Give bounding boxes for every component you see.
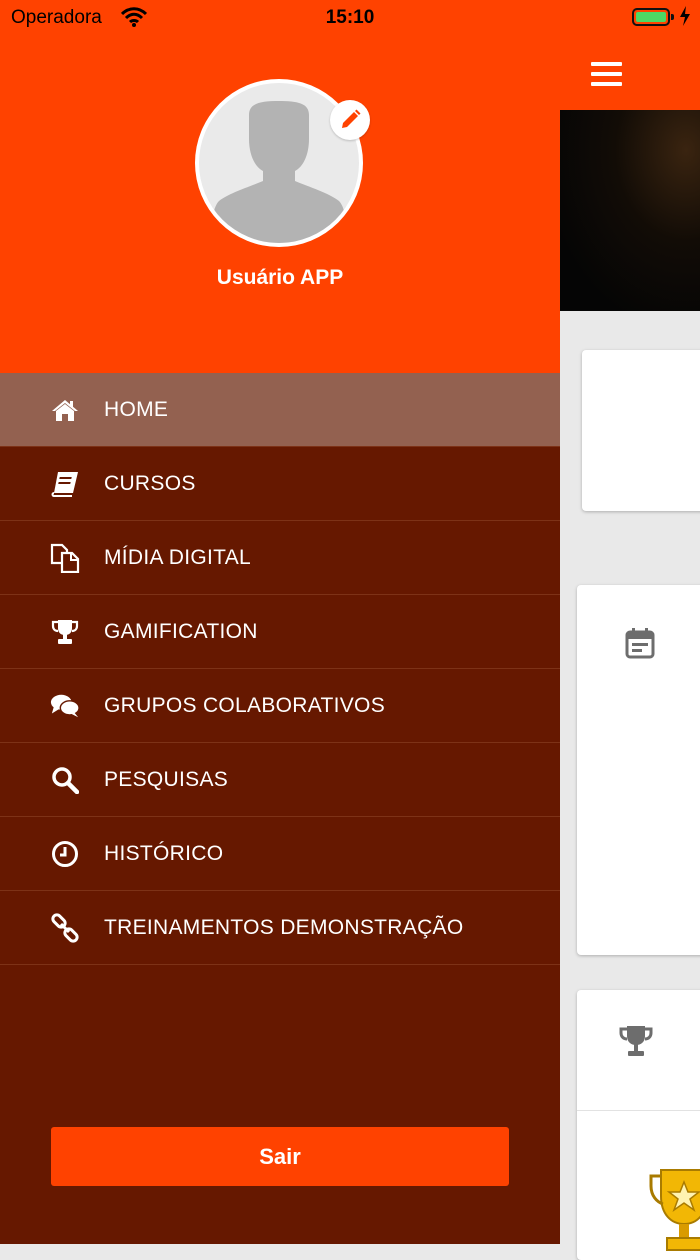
menu-item-label: CURSOS [104,471,196,495]
content-card[interactable] [582,350,700,511]
comments-icon [50,691,80,721]
menu-item-label: MÍDIA DIGITAL [104,545,252,569]
drawer-menu: HOME CURSOS MÍDIA DIGITAL GAMIFICATION G… [0,373,560,965]
home-banner[interactable] [560,110,700,311]
drawer-header: Usuário APP [0,0,560,373]
menu-item-label: GAMIFICATION [104,619,258,643]
hamburger-menu-icon[interactable] [591,62,623,86]
link-icon [50,912,80,943]
menu-item-pesquisas[interactable]: PESQUISAS [0,743,560,817]
battery-icon [632,8,674,26]
files-icon [50,543,80,573]
edit-avatar-button[interactable] [330,100,370,140]
menu-item-treinamentos-demonstracao[interactable]: TREINAMENTOS DEMONSTRAÇÃO [0,891,560,965]
clock-icon [50,839,80,869]
trophy-icon [50,617,80,647]
trophy-icon [618,1024,654,1063]
menu-item-historico[interactable]: HISTÓRICO [0,817,560,891]
status-bar: Operadora 15:10 [0,0,700,40]
pencil-icon [342,109,361,128]
menu-item-label: HOME [104,397,169,421]
clock: 15:10 [325,7,375,28]
content-card[interactable] [577,990,700,1260]
charging-icon [679,6,691,32]
menu-item-grupos-colaborativos[interactable]: GRUPOS COLABORATIVOS [0,669,560,743]
menu-item-cursos[interactable]: CURSOS [0,447,560,521]
card-divider [577,1110,700,1111]
content-card[interactable] [577,585,700,955]
menu-item-label: PESQUISAS [104,767,229,791]
home-icon [50,395,80,425]
menu-item-label: GRUPOS COLABORATIVOS [104,693,385,717]
menu-item-label: HISTÓRICO [104,841,224,865]
menu-item-label: TREINAMENTOS DEMONSTRAÇÃO [104,915,464,939]
calendar-icon [624,627,656,664]
book-icon [50,469,80,499]
menu-item-midia-digital[interactable]: MÍDIA DIGITAL [0,521,560,595]
gold-trophy-icon [649,1162,700,1257]
navigation-drawer: Usuário APP HOME CURSOS MÍDIA DIGITAL GA… [0,0,560,1244]
menu-item-home[interactable]: HOME [0,373,560,447]
user-name: Usuário APP [216,266,344,289]
search-icon [50,765,80,795]
logout-button[interactable]: Sair [51,1127,509,1186]
menu-item-gamification[interactable]: GAMIFICATION [0,595,560,669]
